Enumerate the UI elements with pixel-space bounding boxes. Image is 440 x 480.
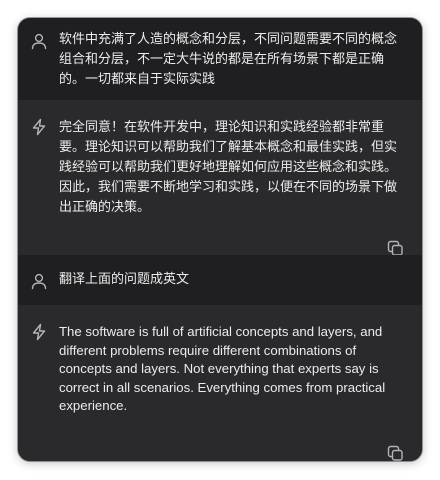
copy-icon[interactable] bbox=[387, 445, 404, 461]
message-text: The software is full of artificial conce… bbox=[59, 324, 386, 413]
message-text: 翻译上面的问题成英文 bbox=[59, 272, 190, 287]
message-user-2: 翻译上面的问题成英文 bbox=[18, 255, 422, 305]
message-user-1: 软件中充满了人造的概念和分层，不同问题需要不同的概念组合和分层，不一定大牛说的都… bbox=[18, 18, 422, 100]
chat-window: 软件中充满了人造的概念和分层，不同问题需要不同的概念组合和分层，不一定大牛说的都… bbox=[18, 18, 422, 461]
message-assistant-2: The software is full of artificial conce… bbox=[18, 305, 422, 461]
message-text: 完全同意！在软件开发中，理论知识和实践经验都非常重要。理论知识可以帮助我们了解基… bbox=[59, 120, 398, 215]
message-text: 软件中充满了人造的概念和分层，不同问题需要不同的概念组合和分层，不一定大牛说的都… bbox=[59, 32, 398, 87]
user-icon bbox=[30, 32, 48, 50]
message-assistant-1: 完全同意！在软件开发中，理论知识和实践经验都非常重要。理论知识可以帮助我们了解基… bbox=[18, 100, 422, 256]
user-icon bbox=[30, 272, 48, 290]
bolt-icon bbox=[30, 323, 48, 341]
bolt-icon bbox=[30, 118, 48, 136]
